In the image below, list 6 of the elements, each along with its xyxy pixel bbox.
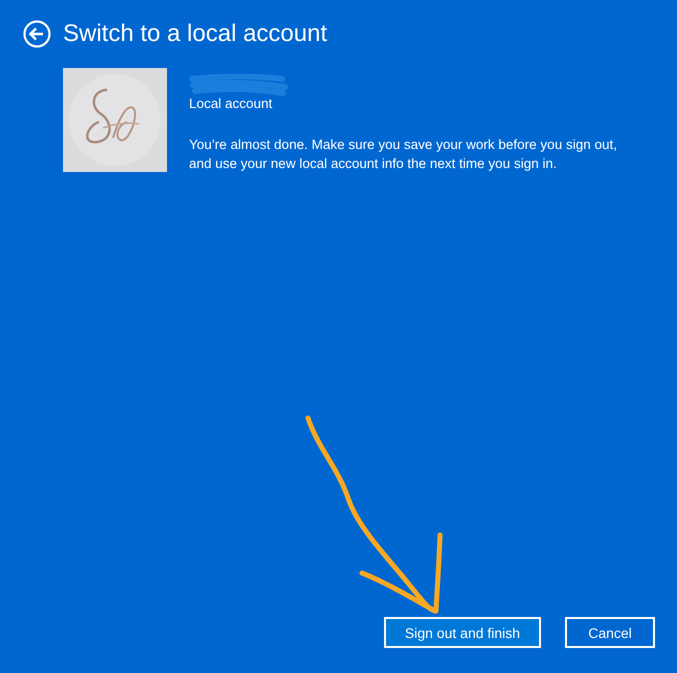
sign-out-button[interactable]: Sign out and finish (384, 617, 541, 648)
account-type: Local account (189, 95, 274, 113)
back-button[interactable] (23, 20, 51, 48)
cancel-button[interactable]: Cancel (565, 617, 655, 648)
page-title: Switch to a local account (63, 20, 328, 48)
info-message: You’re almost done. Make sure you save your work before you sign out, and use your new local account info the next time you sign in. (189, 136, 618, 173)
